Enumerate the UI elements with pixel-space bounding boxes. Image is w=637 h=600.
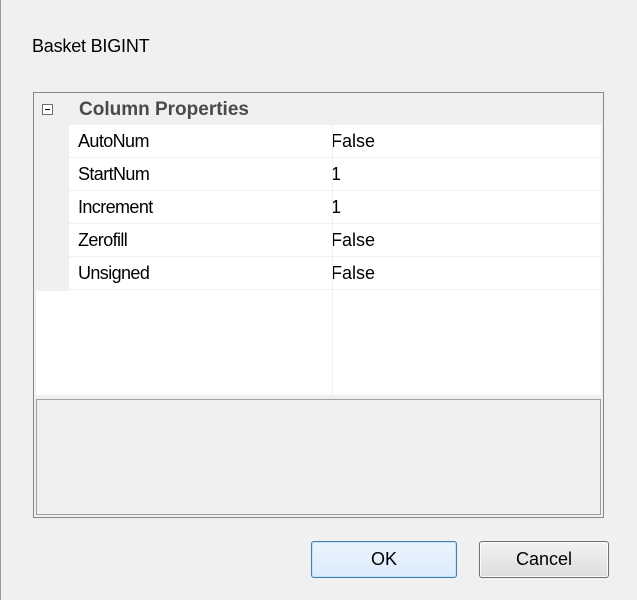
property-value[interactable]: False [331,230,375,251]
property-value[interactable]: False [331,131,375,152]
column-divider[interactable] [332,125,333,395]
category-row-column-properties[interactable]: Column Properties [36,95,601,125]
dialog: Basket BIGINT Column Properties AutoNum … [0,0,637,600]
property-row-increment[interactable]: Increment 1 [69,191,601,224]
property-name: StartNum [78,164,150,184]
collapse-icon[interactable] [42,104,53,115]
window-border [0,0,1,600]
property-row-startnum[interactable]: StartNum 1 [69,158,601,191]
property-row-unsigned[interactable]: Unsigned False [69,257,601,290]
property-name: Increment [78,197,153,217]
property-grid-gutter [36,125,69,291]
property-value[interactable]: False [331,263,375,284]
property-grid: Column Properties AutoNum False StartNum… [33,92,604,518]
description-panel [36,399,601,515]
dialog-title: Basket BIGINT [32,36,150,56]
property-grid-body: Column Properties AutoNum False StartNum… [36,95,601,395]
property-row-zerofill[interactable]: Zerofill False [69,224,601,257]
property-name: AutoNum [78,131,149,151]
property-row-autonum[interactable]: AutoNum False [69,125,601,158]
category-label: Column Properties [79,99,249,120]
property-name: Unsigned [78,263,150,283]
cancel-button[interactable]: Cancel [479,541,609,578]
property-name: Zerofill [78,230,128,250]
ok-button[interactable]: OK [311,541,457,578]
